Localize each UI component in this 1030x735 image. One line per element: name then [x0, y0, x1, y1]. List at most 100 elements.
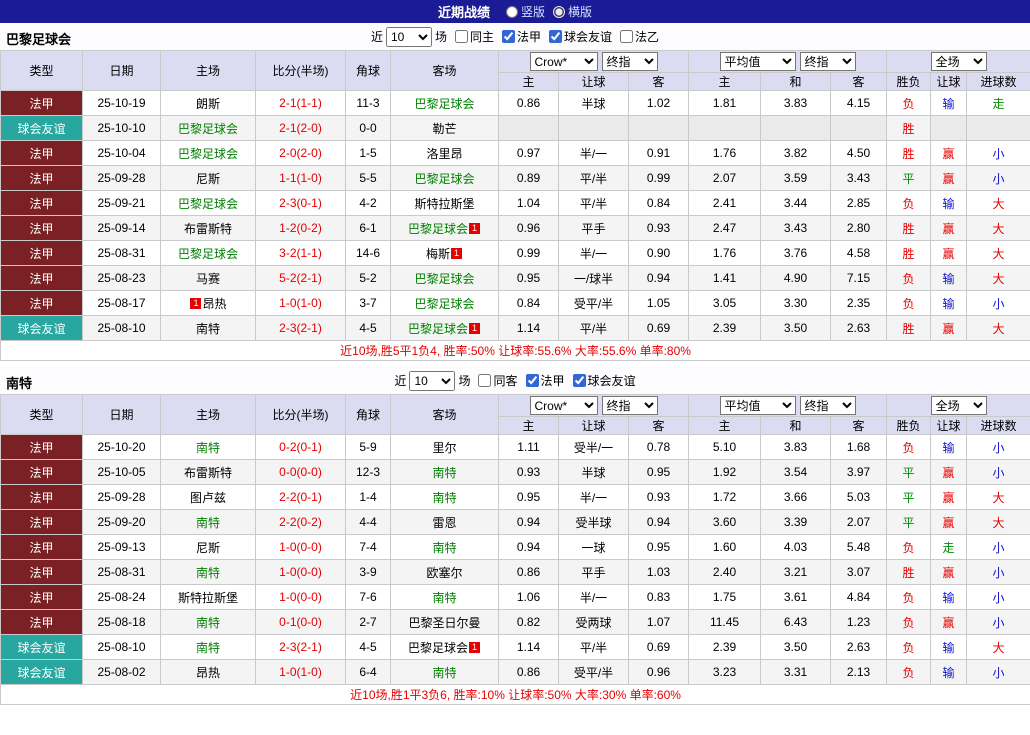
score-cell[interactable]: 2-3(2-1): [255, 315, 346, 341]
home-team-cell[interactable]: 尼斯: [160, 534, 256, 560]
odds-cell: 平/半: [558, 315, 629, 341]
layout-option-vertical[interactable]: 竖版: [505, 3, 545, 20]
checkbox-input[interactable]: [502, 30, 515, 43]
odds-company-select[interactable]: Crow*: [529, 52, 598, 71]
away-team-cell[interactable]: 南特: [390, 534, 499, 560]
away-team-cell[interactable]: 巴黎足球会: [390, 290, 499, 316]
corners-cell: 5-2: [345, 265, 391, 291]
away-team-cell[interactable]: 勒芒: [390, 115, 499, 141]
away-team-cell[interactable]: 里尔: [390, 434, 499, 460]
checkbox-input[interactable]: [549, 30, 563, 43]
recent-count-select[interactable]: 10: [385, 26, 432, 47]
scope-select[interactable]: 全场: [930, 52, 987, 71]
home-team-cell[interactable]: 昂热: [160, 659, 256, 685]
home-team-cell[interactable]: 南特: [160, 634, 256, 660]
score-cell[interactable]: 2-3(0-1): [255, 190, 346, 216]
away-team-cell[interactable]: 南特: [390, 659, 499, 685]
home-team-cell[interactable]: 南特: [160, 609, 256, 635]
home-team-cell[interactable]: 巴黎足球会: [160, 115, 256, 141]
score-cell[interactable]: 1-0(0-0): [255, 534, 346, 560]
score-cell[interactable]: 2-2(0-2): [255, 509, 346, 535]
home-team-cell[interactable]: 巴黎足球会: [160, 140, 256, 166]
filter-checkbox-同客[interactable]: 同客: [478, 372, 518, 389]
away-team-cell[interactable]: 巴黎足球会 1: [390, 634, 499, 660]
team-name: 洛里昂: [426, 146, 463, 161]
avg-odds-select[interactable]: 平均值: [719, 396, 796, 415]
layout-radio[interactable]: [553, 5, 565, 18]
score-cell[interactable]: 2-2(0-1): [255, 484, 346, 510]
score-cell[interactable]: 0-2(0-1): [255, 434, 346, 460]
home-team-cell[interactable]: 马赛: [160, 265, 256, 291]
filter-checkbox-法甲[interactable]: 法甲: [525, 372, 565, 389]
filter-checkbox-球会友谊[interactable]: 球会友谊: [572, 372, 636, 389]
home-team-cell[interactable]: 南特: [160, 559, 256, 585]
away-team-cell[interactable]: 巴黎足球会 1: [390, 215, 499, 241]
away-team-cell[interactable]: 洛里昂: [390, 140, 499, 166]
score-cell[interactable]: 0-1(0-0): [255, 609, 346, 635]
checkbox-input[interactable]: [572, 374, 586, 387]
home-team-cell[interactable]: 南特: [160, 434, 256, 460]
checkbox-input[interactable]: [525, 374, 539, 387]
filter-checkbox-同主[interactable]: 同主: [454, 28, 494, 45]
summary-row: 近10场,胜5平1负4, 胜率:50% 让球率:55.6% 大率:55.6% 单…: [0, 340, 1030, 361]
away-team-cell[interactable]: 雷恩: [390, 509, 499, 535]
home-team-cell[interactable]: 图卢兹: [160, 484, 256, 510]
score-cell[interactable]: 2-1(1-1): [255, 90, 346, 116]
home-team-cell[interactable]: 南特: [160, 509, 256, 535]
filter-checkbox-球会友谊[interactable]: 球会友谊: [549, 28, 612, 45]
score-cell[interactable]: 5-2(2-1): [255, 265, 346, 291]
filter-checkbox-法甲[interactable]: 法甲: [502, 28, 541, 45]
score-cell[interactable]: 3-2(1-1): [255, 240, 346, 266]
away-team-cell[interactable]: 梅斯 1: [390, 240, 499, 266]
score-cell[interactable]: 1-0(1-0): [255, 290, 346, 316]
away-team-cell[interactable]: 南特: [390, 484, 499, 510]
away-team-cell[interactable]: 欧塞尔: [390, 559, 499, 585]
corners-cell: 12-3: [345, 459, 391, 485]
score-cell[interactable]: 2-0(2-0): [255, 140, 346, 166]
score-cell[interactable]: 1-1(1-0): [255, 165, 346, 191]
team-name: 昂热: [195, 665, 220, 680]
away-team-cell[interactable]: 南特: [390, 584, 499, 610]
score-cell[interactable]: 1-2(0-2): [255, 215, 346, 241]
checkbox-input[interactable]: [454, 30, 468, 43]
home-team-cell[interactable]: 布雷斯特: [160, 215, 256, 241]
away-team-cell[interactable]: 南特: [390, 459, 499, 485]
away-team-cell[interactable]: 巴黎足球会 1: [390, 315, 499, 341]
home-team-cell[interactable]: 朗斯: [160, 90, 256, 116]
home-team-cell[interactable]: 巴黎足球会: [160, 240, 256, 266]
corners-cell: 2-7: [345, 609, 391, 635]
home-team-cell[interactable]: 1 昂热: [160, 290, 256, 316]
avg-odds-select[interactable]: 平均值: [719, 52, 796, 71]
home-team-cell[interactable]: 布雷斯特: [160, 459, 256, 485]
layout-radio[interactable]: [505, 5, 518, 18]
away-team-cell[interactable]: 巴黎足球会: [390, 90, 499, 116]
odds-stage-select[interactable]: 终指: [601, 396, 658, 415]
score-cell[interactable]: 1-0(0-0): [255, 584, 346, 610]
odds-company-select[interactable]: Crow*: [529, 396, 598, 415]
score-cell[interactable]: 0-0(0-0): [255, 459, 346, 485]
date-cell: 25-09-20: [82, 509, 161, 535]
home-team-cell[interactable]: 巴黎足球会: [160, 190, 256, 216]
odds-stage-select[interactable]: 终指: [601, 52, 658, 71]
layout-option-horizontal[interactable]: 横版: [553, 3, 592, 20]
score-cell[interactable]: 1-0(1-0): [255, 659, 346, 685]
away-team-cell[interactable]: 巴黎足球会: [390, 165, 499, 191]
scope-select[interactable]: 全场: [930, 396, 987, 415]
score-cell[interactable]: 1-0(0-0): [255, 559, 346, 585]
checkbox-input[interactable]: [478, 374, 492, 387]
checkbox-input[interactable]: [620, 30, 634, 43]
result-cell: 胜: [886, 140, 932, 166]
home-team-cell[interactable]: 南特: [160, 315, 256, 341]
filter-checkbox-法乙[interactable]: 法乙: [620, 28, 659, 45]
score-cell[interactable]: 2-1(2-0): [255, 115, 346, 141]
home-team-cell[interactable]: 尼斯: [160, 165, 256, 191]
score-cell[interactable]: 2-3(2-1): [255, 634, 346, 660]
date-cell: 25-08-10: [82, 634, 161, 660]
away-team-cell[interactable]: 斯特拉斯堡: [390, 190, 499, 216]
avg-stage-select[interactable]: 终指: [799, 52, 856, 71]
away-team-cell[interactable]: 巴黎圣日尔曼: [390, 609, 499, 635]
home-team-cell[interactable]: 斯特拉斯堡: [160, 584, 256, 610]
avg-stage-select[interactable]: 终指: [799, 396, 856, 415]
recent-count-select[interactable]: 10: [409, 370, 456, 391]
away-team-cell[interactable]: 巴黎足球会: [390, 265, 499, 291]
